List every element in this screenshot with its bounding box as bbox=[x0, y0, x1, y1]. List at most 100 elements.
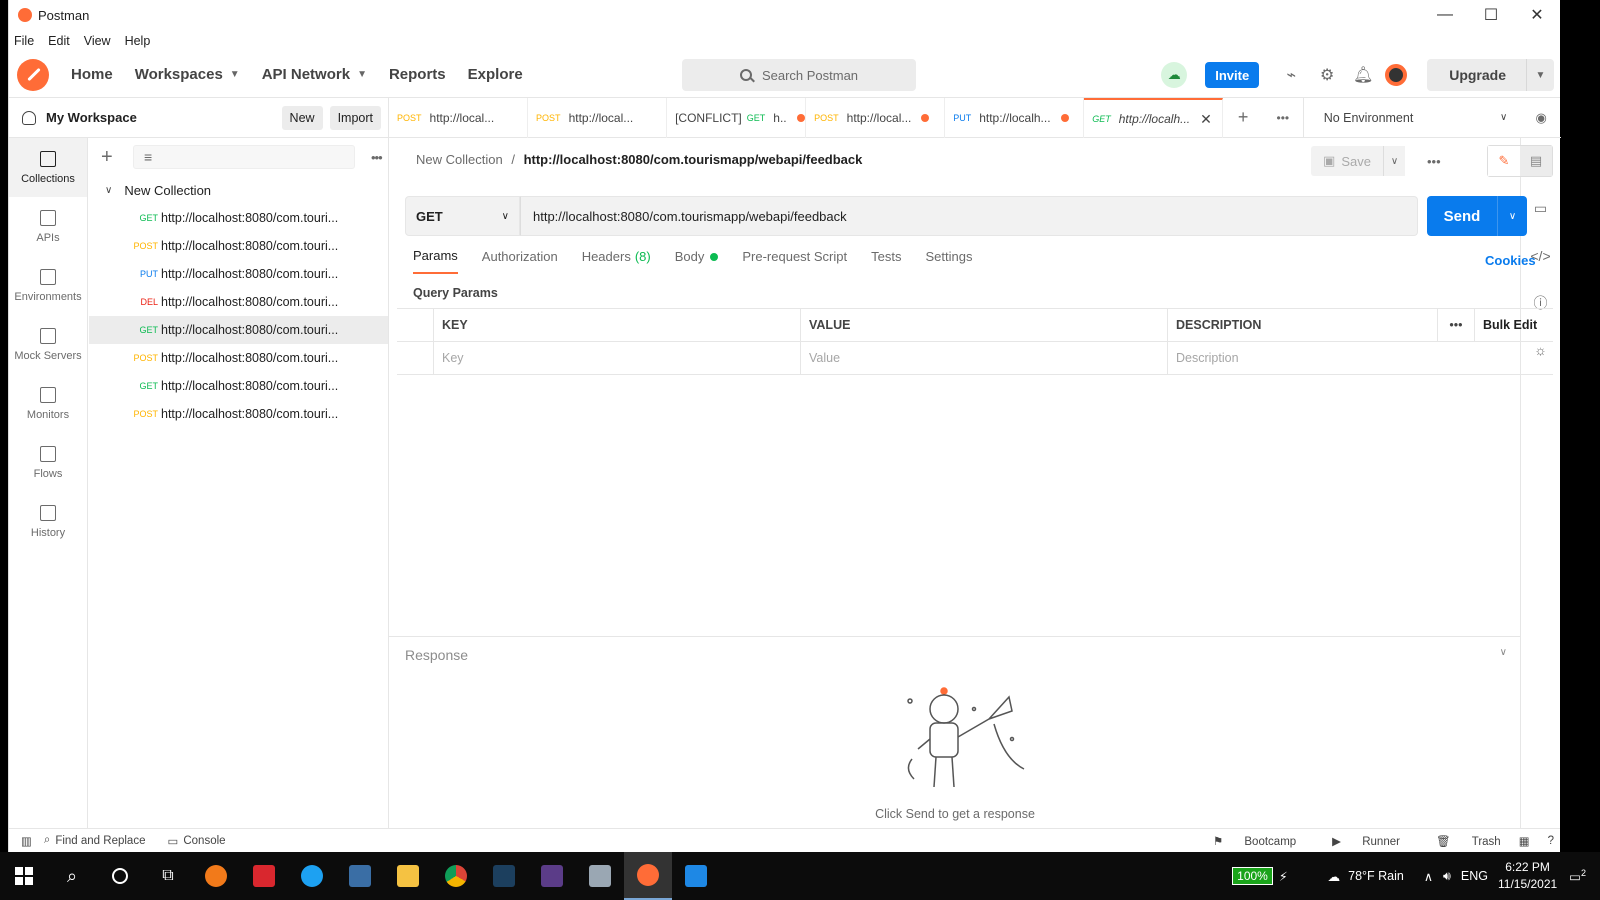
nav-workspaces[interactable]: Workspaces ▼ bbox=[135, 66, 240, 83]
satellite-icon[interactable]: ⌁ bbox=[1277, 61, 1305, 89]
photos-icon[interactable] bbox=[672, 852, 720, 900]
plus-icon[interactable]: + bbox=[101, 146, 123, 169]
url-input[interactable]: http://localhost:8080/com.tourismapp/web… bbox=[520, 196, 1418, 236]
close-icon[interactable]: ✕ bbox=[1200, 111, 1212, 128]
comment-icon[interactable]: ▤ bbox=[1520, 146, 1552, 176]
rail-collections[interactable]: Collections bbox=[9, 138, 87, 197]
volume-icon[interactable]: 🔊︎ bbox=[1443, 869, 1451, 884]
find-replace-button[interactable]: ⌕ Find and Replace bbox=[44, 834, 146, 847]
tab-settings[interactable]: Settings bbox=[925, 248, 972, 274]
workspace-name[interactable]: My Workspace bbox=[46, 110, 282, 125]
pencil-icon[interactable]: ✎ bbox=[1488, 146, 1520, 176]
menu-edit[interactable]: Edit bbox=[48, 34, 70, 48]
more-icon[interactable]: ••• bbox=[1263, 98, 1303, 137]
invite-button[interactable]: Invite bbox=[1205, 62, 1260, 88]
eye-icon[interactable]: ◉ bbox=[1521, 98, 1561, 137]
request-item[interactable]: POST http://localhost:8080/com.touri... bbox=[89, 232, 388, 260]
rail-environments[interactable]: Environments bbox=[9, 256, 87, 315]
more-icon[interactable]: ••• bbox=[1438, 309, 1475, 341]
rail-flows[interactable]: Flows bbox=[9, 433, 87, 492]
request-item[interactable]: PUT http://localhost:8080/com.touri... bbox=[89, 260, 388, 288]
request-item[interactable]: DEL http://localhost:8080/com.touri... bbox=[89, 288, 388, 316]
menu-view[interactable]: View bbox=[84, 34, 111, 48]
close-button[interactable]: ✕ bbox=[1514, 0, 1560, 30]
request-tab-active[interactable]: GET http://localh... ✕ bbox=[1084, 98, 1224, 138]
notification-center-icon[interactable]: ▭2 bbox=[1569, 868, 1586, 884]
trash-button[interactable]: 🗑︎ Trash bbox=[1418, 834, 1501, 848]
cortana-icon[interactable] bbox=[96, 852, 144, 900]
tab-params[interactable]: Params bbox=[413, 248, 458, 274]
nav-api-network[interactable]: API Network ▼ bbox=[262, 66, 367, 83]
import-button[interactable]: Import bbox=[329, 105, 381, 130]
gear-icon[interactable]: ⚙ bbox=[1313, 61, 1341, 89]
task-view-icon[interactable]: ⧉ bbox=[144, 852, 192, 900]
breadcrumb-current[interactable]: http://localhost:8080/com.tourismapp/web… bbox=[524, 152, 863, 167]
tab-authorization[interactable]: Authorization bbox=[482, 248, 558, 274]
postman-logo-icon[interactable] bbox=[17, 58, 49, 91]
request-tab[interactable]: [CONFLICT] GET h.. bbox=[667, 98, 807, 138]
description-input[interactable]: Description bbox=[1168, 342, 1553, 374]
clock[interactable]: 6:22 PM 11/15/2021 bbox=[1498, 859, 1557, 893]
menu-file[interactable]: File bbox=[14, 34, 34, 48]
request-tab[interactable]: POST http://local... bbox=[806, 98, 946, 138]
nav-reports[interactable]: Reports bbox=[389, 66, 446, 83]
rail-mock-servers[interactable]: Mock Servers bbox=[9, 315, 87, 374]
app-orange-icon[interactable] bbox=[192, 852, 240, 900]
app-window-icon[interactable] bbox=[576, 852, 624, 900]
mysql-workbench-icon[interactable] bbox=[480, 852, 528, 900]
request-item[interactable]: GET http://localhost:8080/com.touri... bbox=[89, 204, 388, 232]
cookies-link[interactable]: Cookies bbox=[1485, 253, 1536, 268]
sync-cloud-icon[interactable]: ☁ bbox=[1161, 62, 1188, 88]
rail-monitors[interactable]: Monitors bbox=[9, 374, 87, 433]
language-indicator[interactable]: ENG bbox=[1461, 869, 1488, 883]
chevron-up-icon[interactable]: ∧ bbox=[1424, 869, 1433, 884]
avatar[interactable] bbox=[1385, 64, 1408, 86]
more-icon[interactable]: ••• bbox=[371, 150, 383, 165]
key-input[interactable]: Key bbox=[434, 342, 801, 374]
tab-headers[interactable]: Headers (8) bbox=[582, 248, 651, 274]
chrome-icon[interactable] bbox=[432, 852, 480, 900]
runner-button[interactable]: ▶ Runner bbox=[1314, 834, 1400, 848]
rail-apis[interactable]: APIs bbox=[9, 197, 87, 256]
help-icon[interactable]: ? bbox=[1548, 835, 1554, 847]
postman-taskbar-icon[interactable] bbox=[624, 852, 672, 900]
chevron-down-icon[interactable]: ∨ bbox=[105, 185, 112, 196]
maximize-button[interactable]: ☐ bbox=[1468, 0, 1514, 30]
value-input[interactable]: Value bbox=[801, 342, 1168, 374]
console-button[interactable]: ▭ Console bbox=[167, 834, 225, 848]
file-explorer-icon[interactable] bbox=[384, 852, 432, 900]
twitter-icon[interactable] bbox=[288, 852, 336, 900]
send-button[interactable]: Send ∨ bbox=[1427, 196, 1527, 236]
search-input[interactable]: Search Postman bbox=[682, 59, 916, 91]
chevron-down-icon[interactable]: ∨ bbox=[1500, 647, 1507, 658]
app-monitor-icon[interactable] bbox=[336, 852, 384, 900]
request-tab[interactable]: POST http://local... bbox=[389, 98, 529, 138]
request-item[interactable]: POST http://localhost:8080/com.touri... bbox=[89, 400, 388, 428]
rail-history[interactable]: History bbox=[9, 492, 87, 551]
save-button[interactable]: ▣ Save bbox=[1311, 146, 1383, 176]
weather-text[interactable]: 78°F Rain bbox=[1348, 869, 1404, 883]
chevron-down-icon[interactable]: ∨ bbox=[1383, 146, 1405, 176]
filter-input[interactable]: ≡ bbox=[133, 145, 355, 169]
request-item[interactable]: POST http://localhost:8080/com.touri... bbox=[89, 344, 388, 372]
environment-select[interactable]: No Environment ∨ bbox=[1302, 98, 1522, 137]
layout-icon[interactable]: ▦ bbox=[1519, 834, 1530, 848]
upgrade-button[interactable]: Upgrade ▼ bbox=[1427, 59, 1554, 91]
chevron-down-icon[interactable]: ∨ bbox=[1497, 196, 1527, 236]
tab-body[interactable]: Body bbox=[675, 248, 719, 274]
nav-home[interactable]: Home bbox=[71, 66, 113, 83]
new-tab-plus-icon[interactable]: + bbox=[1223, 98, 1263, 137]
chevron-down-icon[interactable]: ▼ bbox=[1526, 59, 1554, 91]
bootcamp-button[interactable]: ⚑ Bootcamp bbox=[1195, 834, 1296, 848]
request-tab[interactable]: PUT http://localh... bbox=[945, 98, 1085, 138]
method-select[interactable]: GET ∨ bbox=[405, 196, 520, 236]
tab-tests[interactable]: Tests bbox=[871, 248, 901, 274]
new-button[interactable]: New bbox=[281, 105, 323, 130]
breadcrumb-parent[interactable]: New Collection bbox=[416, 152, 503, 167]
search-icon[interactable]: ⌕ bbox=[48, 852, 96, 900]
tab-prerequest[interactable]: Pre-request Script bbox=[742, 248, 847, 274]
nav-explore[interactable]: Explore bbox=[468, 66, 523, 83]
app-game-icon[interactable] bbox=[528, 852, 576, 900]
request-item-selected[interactable]: GET http://localhost:8080/com.touri... bbox=[89, 316, 388, 344]
collection-item[interactable]: ∨ New Collection bbox=[89, 176, 388, 204]
